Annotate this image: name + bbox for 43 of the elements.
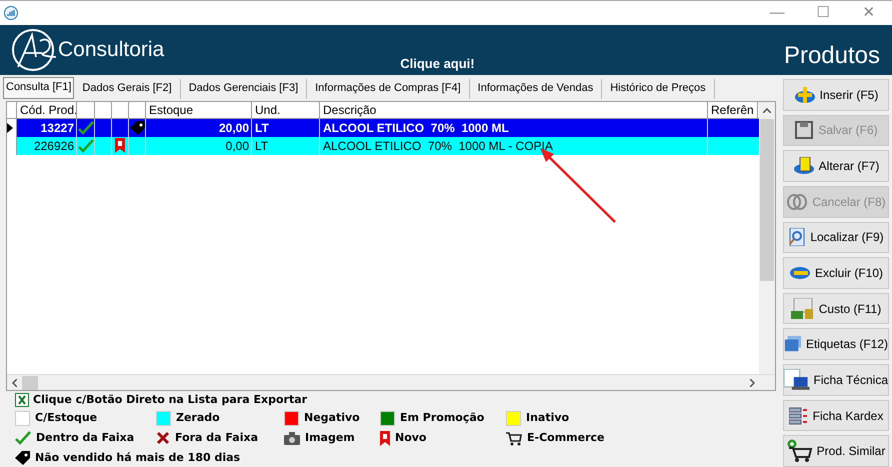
- action-button[interactable]: Etiquetas (F12): [783, 328, 889, 360]
- legend-label: Fora da Faixa: [175, 430, 258, 446]
- legend-label: Inativo: [526, 410, 570, 426]
- tab[interactable]: Dados Gerenciais [F3]: [180, 78, 308, 99]
- legend-label: Negativo: [304, 410, 360, 426]
- tab[interactable]: Dados Gerais [F2]: [74, 78, 181, 99]
- action-button[interactable]: Ficha Kardex: [783, 400, 889, 432]
- table-cell: 226926: [17, 136, 77, 155]
- action-button[interactable]: Ficha Técnica: [783, 364, 889, 396]
- legend-label: Em Promoção: [400, 410, 484, 426]
- action-button[interactable]: Custo (F11): [783, 292, 889, 324]
- table-cell: LT: [252, 136, 320, 155]
- maximize-button[interactable]: ☐: [800, 0, 846, 26]
- legend-label: Imagem: [305, 430, 355, 446]
- column-header[interactable]: Referên: [708, 102, 758, 118]
- table-cell: 0,00: [146, 136, 252, 155]
- column-header[interactable]: Cód. Prod.: [17, 102, 77, 118]
- legend-label: C/Estoque: [35, 410, 98, 426]
- legend-label: Dentro da Faixa: [36, 430, 134, 446]
- action-button[interactable]: Inserir (F5): [783, 79, 889, 111]
- column-header[interactable]: Und.: [252, 102, 320, 118]
- brand-name: Consultoria: [58, 37, 164, 64]
- page-title: Produtos: [784, 41, 880, 71]
- table-row[interactable]: 13227 20,00 LT ALCOOL ETILICO 70% 1000 ML: [7, 118, 759, 137]
- table-row[interactable]: 226926 0,00 LT ALCOOL ETILICO 70% 1000 ML - COPIA: [7, 136, 759, 155]
- minimize-button[interactable]: —: [754, 0, 800, 26]
- column-header[interactable]: Estoque: [146, 102, 252, 118]
- action-button[interactable]: Excluir (F10): [783, 257, 889, 289]
- action-button[interactable]: Localizar (F9): [783, 222, 889, 254]
- close-button[interactable]: ✕: [846, 0, 892, 26]
- legend-label: Não vendido há mais de 180 dias: [35, 450, 240, 466]
- tab[interactable]: Informações de Compras [F4]: [307, 78, 470, 99]
- tab[interactable]: Informações de Vendas: [470, 78, 602, 99]
- tab[interactable]: Consulta [F1]: [3, 76, 74, 99]
- legend-label: Zerado: [176, 410, 220, 426]
- click-here-link[interactable]: Clique aqui!: [400, 54, 475, 73]
- export-hint: Clique c/Botão Direto na Lista para Exportar: [33, 392, 308, 408]
- legend-label: E-Commerce: [527, 430, 604, 446]
- action-button[interactable]: Prod. Similar: [783, 435, 889, 467]
- column-header[interactable]: Descrição: [320, 102, 708, 118]
- legend-label: Novo: [395, 430, 426, 446]
- tab[interactable]: Histórico de Preços: [602, 78, 715, 99]
- action-button[interactable]: Alterar (F7): [783, 150, 889, 182]
